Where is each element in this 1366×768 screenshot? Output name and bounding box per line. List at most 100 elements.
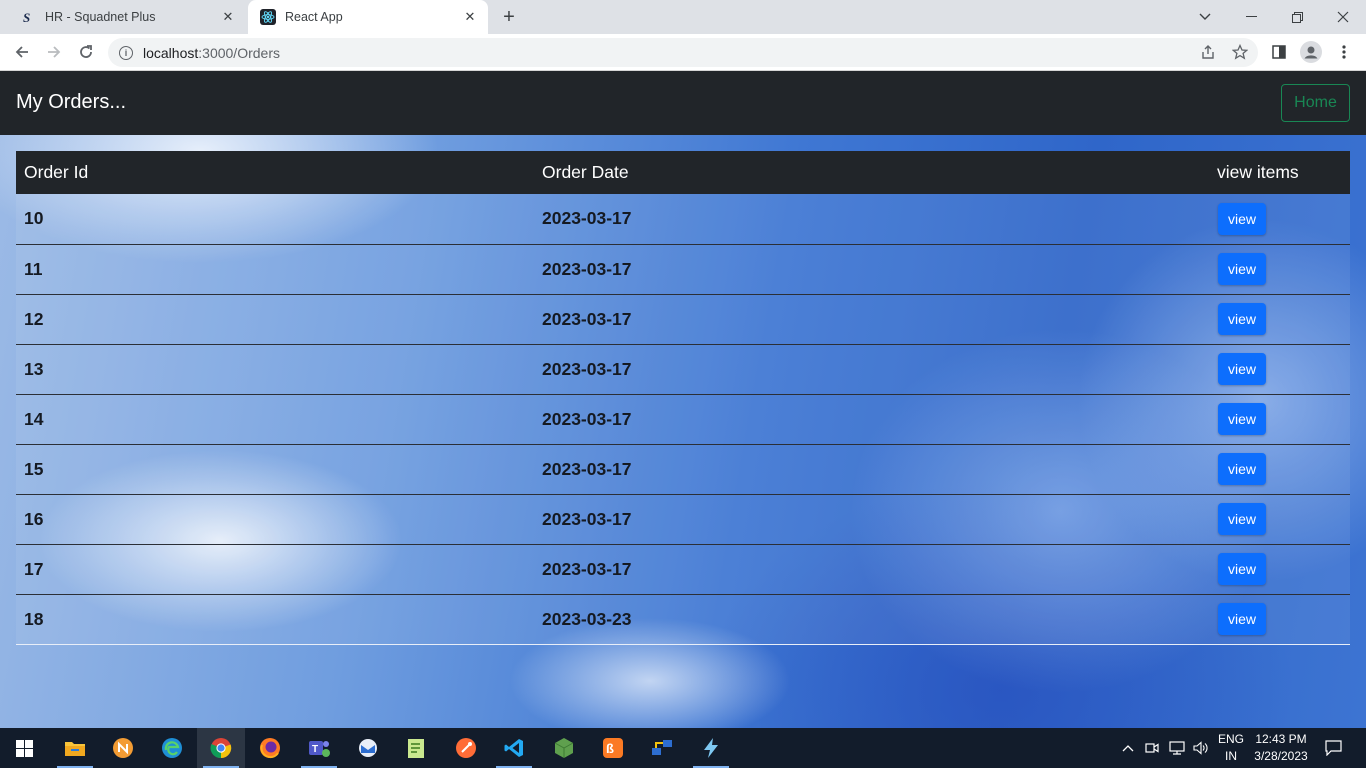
minimize-icon[interactable] (1228, 0, 1274, 34)
bookmark-star-icon[interactable] (1227, 39, 1253, 65)
view-items-button[interactable]: view (1218, 503, 1266, 535)
order-id-cell: 15 (16, 444, 534, 495)
view-items-button[interactable]: view (1218, 303, 1266, 335)
view-cell: view (1209, 544, 1350, 595)
view-items-button[interactable]: view (1218, 553, 1266, 585)
reload-icon[interactable] (73, 39, 99, 65)
tab-react-app[interactable]: React App ✕ (248, 0, 488, 34)
back-arrow-icon[interactable] (9, 39, 35, 65)
view-cell: view (1209, 344, 1350, 395)
order-date-cell: 2023-03-17 (534, 194, 1209, 245)
table-row: 15 2023-03-17 view (16, 444, 1350, 495)
network-tool-icon[interactable] (638, 728, 686, 768)
column-header-view-items: view items (1217, 162, 1299, 182)
order-date-cell: 2023-03-17 (534, 394, 1209, 445)
table-row: 12 2023-03-17 view (16, 294, 1350, 345)
system-clock[interactable]: 12:43 PM 3/28/2023 (1248, 731, 1314, 765)
table-row: 10 2023-03-17 view (16, 194, 1350, 245)
order-id-cell: 17 (16, 544, 534, 595)
page-title: My Orders... (16, 91, 127, 113)
address-bar[interactable]: i localhost:3000/Orders (108, 38, 1258, 67)
app-navbar: My Orders... Home (0, 71, 1366, 135)
language-code: ENG (1217, 732, 1244, 746)
network-icon[interactable] (1166, 728, 1188, 768)
firefox-icon[interactable] (246, 728, 294, 768)
side-panel-icon[interactable] (1266, 39, 1292, 65)
order-date-cell: 2023-03-17 (534, 444, 1209, 495)
order-date-cell: 2023-03-17 (534, 294, 1209, 345)
region-code: IN (1225, 749, 1237, 763)
url-text: localhost:3000/Orders (143, 44, 280, 61)
view-cell: view (1209, 294, 1350, 345)
table-row: 14 2023-03-17 view (16, 394, 1350, 445)
input-language-indicator[interactable]: ENG IN (1214, 731, 1248, 765)
react-icon (260, 9, 276, 25)
edge-icon[interactable] (148, 728, 196, 768)
teams-icon[interactable]: T (295, 728, 343, 768)
bolt-app-icon[interactable] (687, 728, 735, 768)
view-items-button[interactable]: view (1218, 403, 1266, 435)
mail-app-icon[interactable] (344, 728, 392, 768)
svg-text:S: S (23, 10, 30, 24)
forward-arrow-icon[interactable] (41, 39, 67, 65)
tab-title: React App (285, 10, 343, 24)
view-items-button[interactable]: view (1218, 453, 1266, 485)
orders-table: Order Id Order Date view items 10 2023-0… (16, 151, 1350, 645)
order-date-cell: 2023-03-17 (534, 544, 1209, 595)
order-id-cell: 16 (16, 494, 534, 545)
view-cell: view (1209, 394, 1350, 445)
svg-text:ß: ß (606, 741, 614, 756)
view-items-button[interactable]: view (1218, 353, 1266, 385)
windows-taskbar: T ß ENG IN 12:43 PM 3/28/2023 (0, 728, 1366, 768)
table-row: 18 2023-03-23 view (16, 594, 1350, 645)
volume-icon[interactable] (1190, 728, 1212, 768)
close-window-icon[interactable] (1320, 0, 1366, 34)
tab-hr-squadnet[interactable]: S HR - Squadnet Plus ✕ (8, 0, 246, 34)
notifications-icon[interactable] (1318, 728, 1348, 768)
view-items-button[interactable]: view (1218, 202, 1266, 235)
app-orange-n-icon[interactable] (99, 728, 147, 768)
meet-now-icon[interactable] (1142, 728, 1162, 768)
squadnet-s-icon: S (20, 9, 36, 25)
site-info-icon[interactable]: i (119, 45, 133, 60)
column-header-order-date: Order Date (542, 162, 629, 182)
close-tab-icon[interactable]: ✕ (220, 9, 236, 25)
view-items-button[interactable]: view (1218, 603, 1266, 635)
new-tab-plus-icon[interactable]: + (498, 6, 520, 28)
profile-avatar-icon[interactable] (1298, 39, 1324, 65)
vscode-icon[interactable] (490, 728, 538, 768)
view-cell: view (1209, 244, 1350, 295)
restore-icon[interactable] (1274, 0, 1320, 34)
order-id-cell: 10 (16, 194, 534, 245)
share-icon[interactable] (1195, 39, 1221, 65)
notepad-plus-plus-icon[interactable] (392, 728, 440, 768)
order-id-cell: 14 (16, 394, 534, 445)
order-date-cell: 2023-03-23 (534, 594, 1209, 645)
order-date-cell: 2023-03-17 (534, 494, 1209, 545)
file-explorer-icon[interactable] (51, 728, 99, 768)
xampp-icon[interactable]: ß (589, 728, 637, 768)
home-button[interactable]: Home (1281, 84, 1350, 122)
chrome-icon[interactable] (197, 728, 245, 768)
view-cell: view (1209, 594, 1350, 645)
view-cell: view (1209, 194, 1350, 245)
show-hidden-icons-chevron-icon[interactable] (1118, 728, 1138, 768)
close-tab-icon[interactable]: ✕ (462, 9, 478, 25)
tab-search-chevron-icon[interactable] (1182, 0, 1228, 34)
table-header-row: Order Id Order Date view items (16, 151, 1350, 194)
order-date-cell: 2023-03-17 (534, 244, 1209, 295)
order-date-cell: 2023-03-17 (534, 344, 1209, 395)
page-viewport: My Orders... Home Order Id Order Date vi… (0, 71, 1366, 728)
view-items-button[interactable]: view (1218, 253, 1266, 285)
kebab-menu-icon[interactable] (1331, 39, 1357, 65)
browser-toolbar: i localhost:3000/Orders (0, 34, 1366, 71)
postman-icon[interactable] (442, 728, 490, 768)
nodejs-cube-icon[interactable] (540, 728, 588, 768)
order-id-cell: 18 (16, 594, 534, 645)
browser-tab-strip: S HR - Squadnet Plus ✕ React App ✕ + (0, 0, 1366, 34)
table-row: 11 2023-03-17 view (16, 244, 1350, 295)
tab-title: HR - Squadnet Plus (45, 10, 156, 24)
column-header-order-id: Order Id (24, 162, 89, 182)
windows-start-icon[interactable] (0, 728, 48, 768)
table-row: 16 2023-03-17 view (16, 494, 1350, 545)
